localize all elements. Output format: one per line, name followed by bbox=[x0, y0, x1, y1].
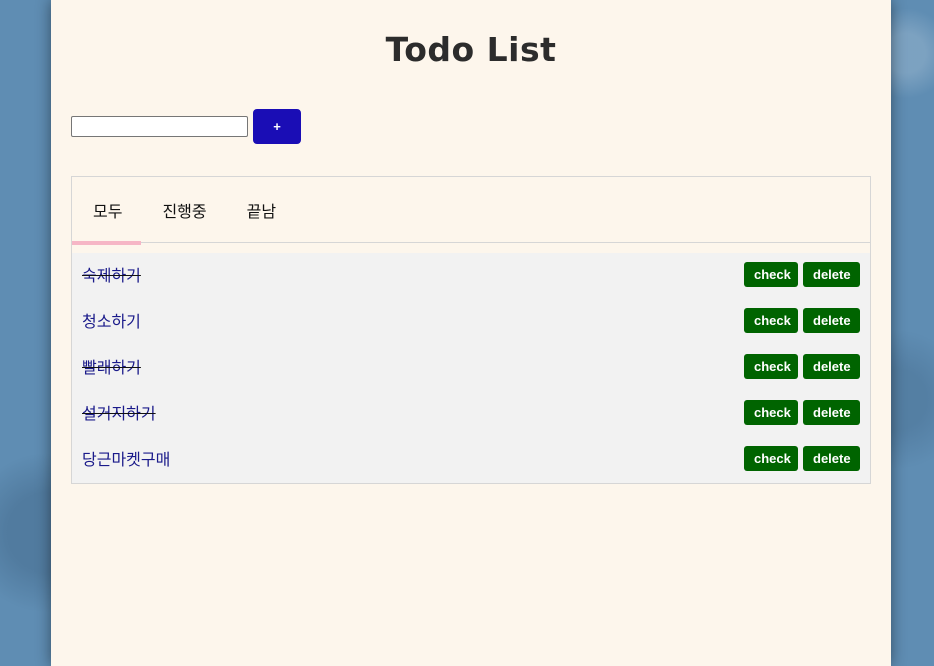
tab-all[interactable]: 모두 bbox=[93, 198, 122, 222]
add-task-button[interactable]: + bbox=[253, 109, 301, 144]
task-text: 청소하기 bbox=[82, 312, 141, 331]
task-input-row: + bbox=[71, 109, 301, 144]
check-button[interactable]: check bbox=[744, 445, 798, 471]
task-row: 청소하기 check delete bbox=[72, 299, 870, 345]
delete-button[interactable]: delete bbox=[803, 353, 860, 379]
tab-bar: 모두 진행중 끝남 bbox=[72, 177, 870, 245]
task-board: 모두 진행중 끝남 숙제하기 check delete 청소하기 check d… bbox=[71, 176, 871, 484]
todo-card: Todo List + 모두 진행중 끝남 숙제하기 check delete … bbox=[51, 0, 891, 666]
delete-button[interactable]: delete bbox=[803, 399, 860, 425]
tab-ongoing[interactable]: 진행중 bbox=[162, 198, 206, 222]
task-row: 숙제하기 check delete bbox=[72, 253, 870, 299]
check-button[interactable]: check bbox=[744, 307, 798, 333]
task-row: 빨래하기 check delete bbox=[72, 345, 870, 391]
delete-button[interactable]: delete bbox=[803, 261, 860, 287]
task-text: 설거지하기 bbox=[82, 404, 156, 423]
delete-button[interactable]: delete bbox=[803, 307, 860, 333]
task-text: 숙제하기 bbox=[82, 266, 141, 285]
tab-done[interactable]: 끝남 bbox=[247, 198, 276, 222]
active-tab-underline bbox=[72, 241, 141, 245]
check-button[interactable]: check bbox=[744, 261, 798, 287]
task-text: 빨래하기 bbox=[82, 358, 141, 377]
task-row: 당근마켓구매 check delete bbox=[72, 437, 870, 483]
check-button[interactable]: check bbox=[744, 353, 798, 379]
delete-button[interactable]: delete bbox=[803, 445, 860, 471]
page-title: Todo List bbox=[385, 30, 557, 69]
check-button[interactable]: check bbox=[744, 399, 798, 425]
task-text: 당근마켓구매 bbox=[82, 450, 171, 469]
task-list: 숙제하기 check delete 청소하기 check delete 빨래하기… bbox=[72, 243, 870, 483]
task-input[interactable] bbox=[71, 116, 248, 137]
task-row: 설거지하기 check delete bbox=[72, 391, 870, 437]
